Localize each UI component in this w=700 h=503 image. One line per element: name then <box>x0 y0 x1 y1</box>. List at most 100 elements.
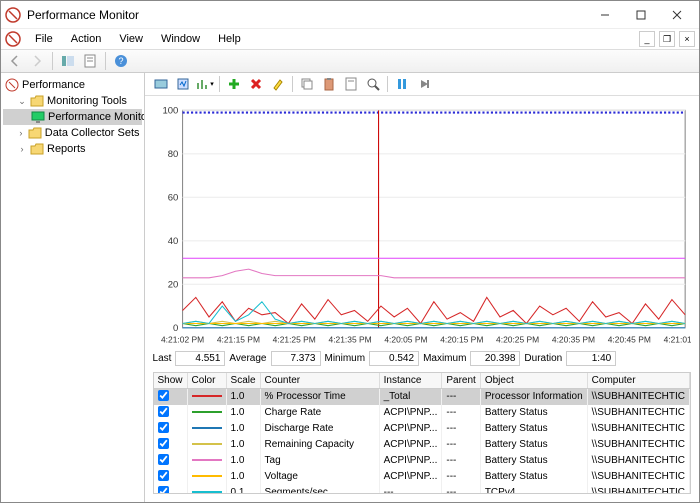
maximize-button[interactable] <box>623 3 659 27</box>
show-checkbox[interactable] <box>154 469 188 485</box>
show-checkbox[interactable] <box>154 437 188 453</box>
chart-area[interactable]: 0204060801004:21:02 PM4:21:15 PM4:21:25 … <box>145 96 699 349</box>
update-data-button[interactable] <box>414 74 434 94</box>
navigation-tree[interactable]: Performance ⌄ Monitoring Tools Performan… <box>1 73 145 502</box>
back-button[interactable] <box>5 51 25 71</box>
expand-icon[interactable]: › <box>17 128 25 138</box>
change-graph-type-button[interactable]: ▾ <box>195 74 215 94</box>
tree-node-performance[interactable]: Performance <box>3 77 142 93</box>
view-log-button[interactable] <box>173 74 193 94</box>
show-hide-tree-button[interactable] <box>58 51 78 71</box>
table-row[interactable]: 1.0 Charge Rate ACPI\PNP... --- Battery … <box>154 405 690 421</box>
copy-properties-button[interactable] <box>297 74 317 94</box>
object-cell: Battery Status <box>480 453 587 469</box>
svg-text:4:20:35 PM: 4:20:35 PM <box>551 334 594 344</box>
counter-list[interactable]: Show Color Scale Counter Instance Parent… <box>153 372 691 495</box>
col-show[interactable]: Show <box>154 373 188 389</box>
show-checkbox[interactable] <box>154 485 188 495</box>
close-button[interactable] <box>659 3 695 27</box>
col-instance[interactable]: Instance <box>379 373 442 389</box>
tree-node-reports[interactable]: › Reports <box>3 141 142 157</box>
svg-text:0: 0 <box>173 323 178 334</box>
scale-cell: 1.0 <box>226 469 260 485</box>
menu-bar: File Action View Window Help _ ❐ × <box>1 29 699 49</box>
paste-counter-button[interactable] <box>319 74 339 94</box>
show-checkbox[interactable] <box>154 421 188 437</box>
color-cell <box>187 453 226 469</box>
object-cell: Battery Status <box>480 469 587 485</box>
mdi-close-button[interactable]: × <box>679 31 695 47</box>
col-parent[interactable]: Parent <box>442 373 480 389</box>
table-row[interactable]: 1.0 Remaining Capacity ACPI\PNP... --- B… <box>154 437 690 453</box>
tree-label: Performance Monitor <box>48 111 145 123</box>
menu-help[interactable]: Help <box>210 31 249 47</box>
zoom-button[interactable] <box>363 74 383 94</box>
menu-window[interactable]: Window <box>153 31 208 47</box>
help-button[interactable]: ? <box>111 51 131 71</box>
computer-cell: \\SUBHANITECHTIC <box>587 469 689 485</box>
parent-cell: --- <box>442 485 480 495</box>
svg-text:100: 100 <box>162 105 178 116</box>
svg-text:4:20:15 PM: 4:20:15 PM <box>440 334 483 344</box>
properties-icon-button[interactable] <box>341 74 361 94</box>
col-object[interactable]: Object <box>480 373 587 389</box>
color-cell <box>187 388 226 405</box>
properties-button[interactable] <box>80 51 100 71</box>
tree-node-monitoring-tools[interactable]: ⌄ Monitoring Tools <box>3 93 142 109</box>
col-scale[interactable]: Scale <box>226 373 260 389</box>
minimize-button[interactable] <box>587 3 623 27</box>
svg-text:60: 60 <box>167 192 178 203</box>
parent-cell: --- <box>442 437 480 453</box>
tree-node-data-collector-sets[interactable]: › Data Collector Sets <box>3 125 142 141</box>
show-checkbox[interactable] <box>154 405 188 421</box>
tree-node-performance-monitor[interactable]: Performance Monitor <box>3 109 142 125</box>
maximum-value: 20.398 <box>470 351 520 366</box>
svg-text:4:20:25 PM: 4:20:25 PM <box>496 334 539 344</box>
col-counter[interactable]: Counter <box>260 373 379 389</box>
mdi-restore-button[interactable]: ❐ <box>659 31 675 47</box>
table-row[interactable]: 1.0 Voltage ACPI\PNP... --- Battery Stat… <box>154 469 690 485</box>
counter-header-row[interactable]: Show Color Scale Counter Instance Parent… <box>154 373 690 389</box>
instance-cell: ACPI\PNP... <box>379 469 442 485</box>
counter-cell: Voltage <box>260 469 379 485</box>
highlight-button[interactable] <box>268 74 288 94</box>
scale-cell: 1.0 <box>226 453 260 469</box>
window-title: Performance Monitor <box>27 8 587 22</box>
expand-icon[interactable]: ⌄ <box>17 96 27 107</box>
folder-icon <box>30 94 44 108</box>
parent-cell: --- <box>442 421 480 437</box>
menu-file[interactable]: File <box>27 31 61 47</box>
folder-icon <box>28 126 42 140</box>
tree-label: Performance <box>22 79 85 91</box>
forward-button[interactable] <box>27 51 47 71</box>
table-row[interactable]: 1.0 % Processor Time _Total --- Processo… <box>154 388 690 405</box>
show-checkbox[interactable] <box>154 388 188 405</box>
counter-cell: Remaining Capacity <box>260 437 379 453</box>
perf-icon <box>5 78 19 92</box>
menu-view[interactable]: View <box>111 31 151 47</box>
table-row[interactable]: 1.0 Discharge Rate ACPI\PNP... --- Batte… <box>154 421 690 437</box>
computer-cell: \\SUBHANITECHTIC <box>587 405 689 421</box>
minimum-value: 0.542 <box>369 351 419 366</box>
object-cell: Battery Status <box>480 437 587 453</box>
duration-label: Duration <box>524 353 562 364</box>
menu-action[interactable]: Action <box>63 31 110 47</box>
counter-cell: Charge Rate <box>260 405 379 421</box>
add-counter-button[interactable] <box>224 74 244 94</box>
main-toolbar: ? <box>1 49 699 73</box>
svg-text:40: 40 <box>167 236 178 247</box>
table-row[interactable]: 0.1 Segments/sec --- --- TCPv4 \\SUBHANI… <box>154 485 690 495</box>
col-computer[interactable]: Computer <box>587 373 689 389</box>
mdi-minimize-button[interactable]: _ <box>639 31 655 47</box>
expand-icon[interactable]: › <box>17 144 27 154</box>
counter-cell: Tag <box>260 453 379 469</box>
instance-cell: ACPI\PNP... <box>379 405 442 421</box>
computer-cell: \\SUBHANITECHTIC <box>587 453 689 469</box>
freeze-display-button[interactable] <box>392 74 412 94</box>
monitor-icon <box>31 110 45 124</box>
view-current-button[interactable] <box>151 74 171 94</box>
show-checkbox[interactable] <box>154 453 188 469</box>
table-row[interactable]: 1.0 Tag ACPI\PNP... --- Battery Status \… <box>154 453 690 469</box>
col-color[interactable]: Color <box>187 373 226 389</box>
delete-counter-button[interactable] <box>246 74 266 94</box>
